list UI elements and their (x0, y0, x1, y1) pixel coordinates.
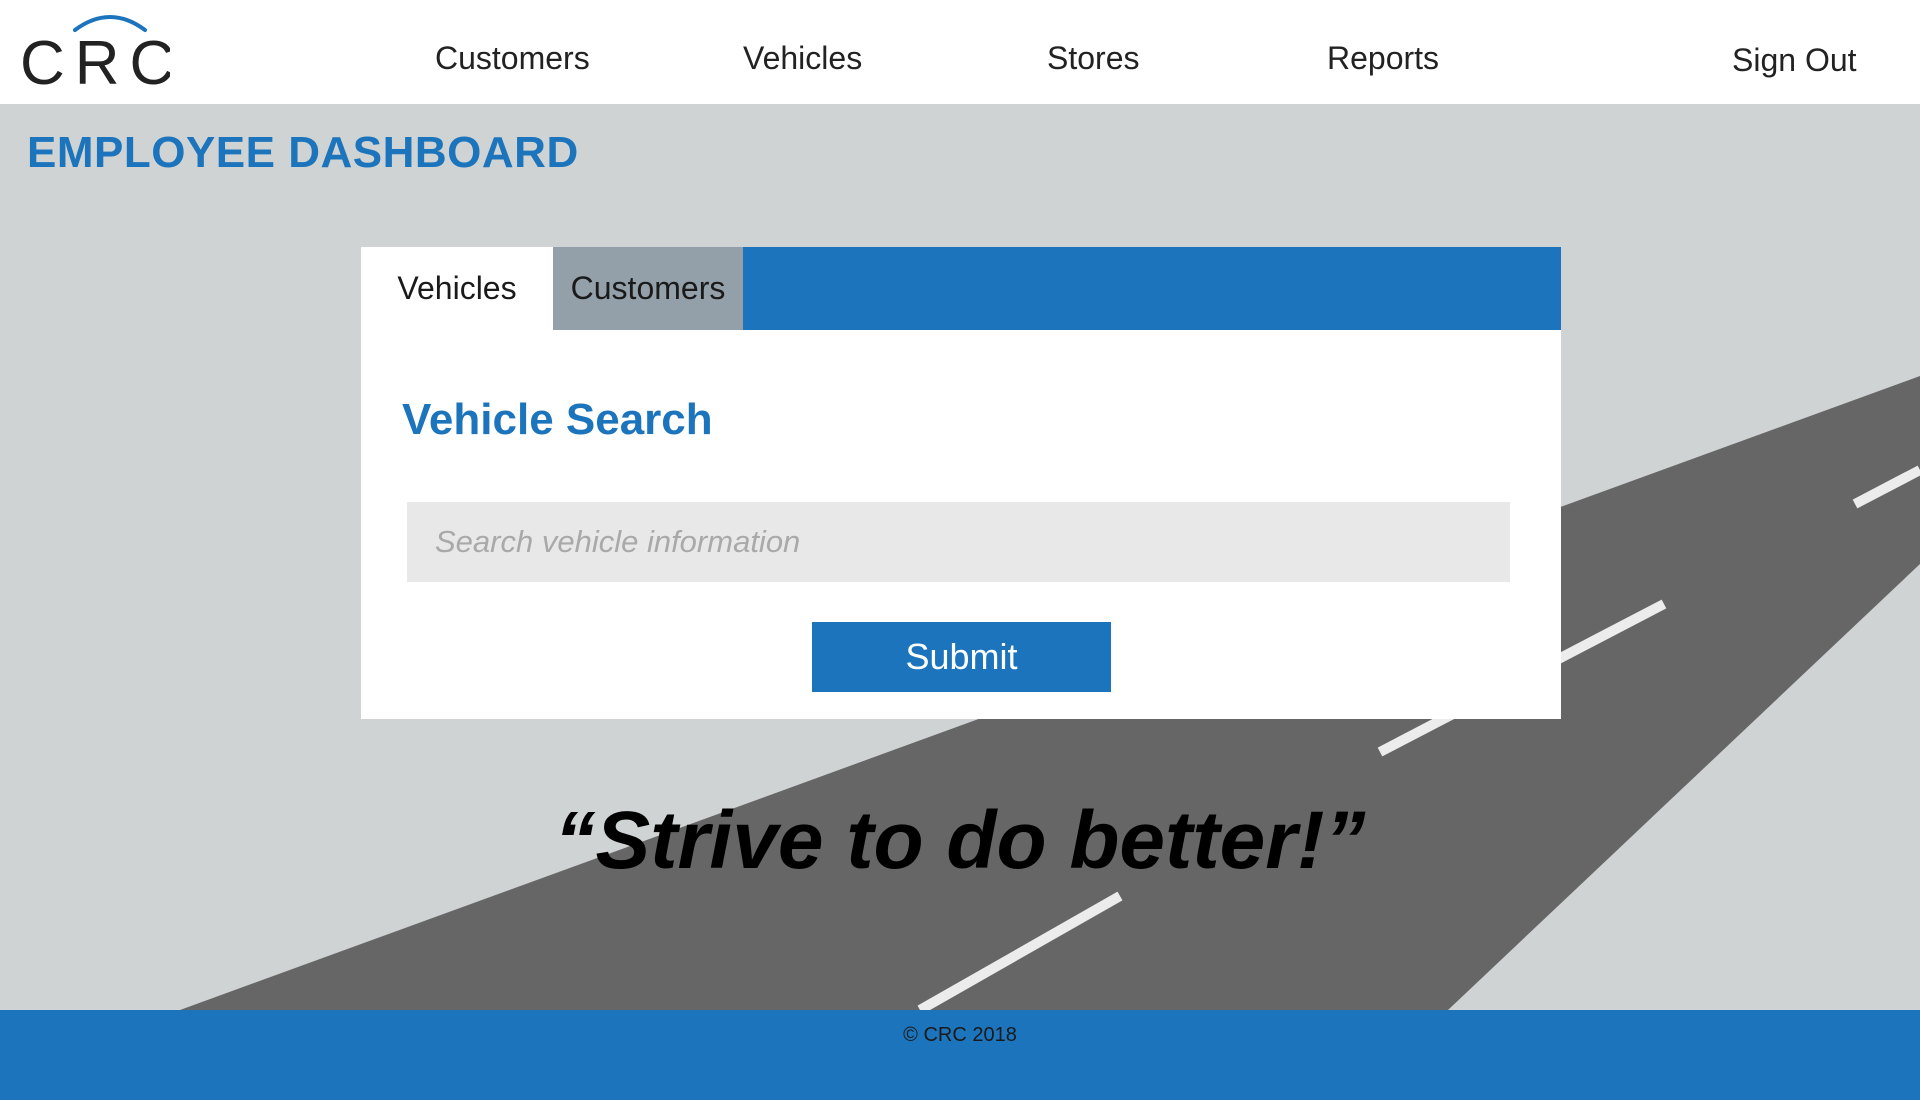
motivational-quote: “Strive to do better!” (554, 795, 1366, 886)
vehicle-search-heading: Vehicle Search (402, 395, 713, 444)
crc-logo[interactable]: CRC (20, 8, 174, 98)
submit-button[interactable]: Submit (812, 622, 1111, 692)
search-card: Vehicles Customers Vehicle Search Submit (361, 247, 1561, 719)
logo-text: CRC (20, 29, 170, 94)
tab-vehicles[interactable]: Vehicles (361, 247, 553, 330)
sign-out-link[interactable]: Sign Out (1732, 42, 1857, 79)
crc-logo-icon: CRC (20, 15, 174, 98)
nav-stores[interactable]: Stores (1047, 40, 1139, 77)
nav-customers[interactable]: Customers (435, 40, 590, 77)
nav-vehicles[interactable]: Vehicles (743, 40, 862, 77)
footer: © CRC 2018 (0, 1010, 1920, 1100)
dashboard-main: EMPLOYEE DASHBOARD Vehicles Customers Ve… (0, 104, 1920, 1010)
vehicle-search-input[interactable] (407, 502, 1510, 582)
top-nav-bar: CRC Customers Vehicles Stores Reports Si… (0, 0, 1920, 104)
tab-customers[interactable]: Customers (553, 247, 743, 330)
page-title: EMPLOYEE DASHBOARD (27, 128, 579, 177)
tab-bar: Vehicles Customers (361, 247, 1561, 330)
copyright-text: © CRC 2018 (903, 1024, 1017, 1046)
nav-reports[interactable]: Reports (1327, 40, 1439, 77)
